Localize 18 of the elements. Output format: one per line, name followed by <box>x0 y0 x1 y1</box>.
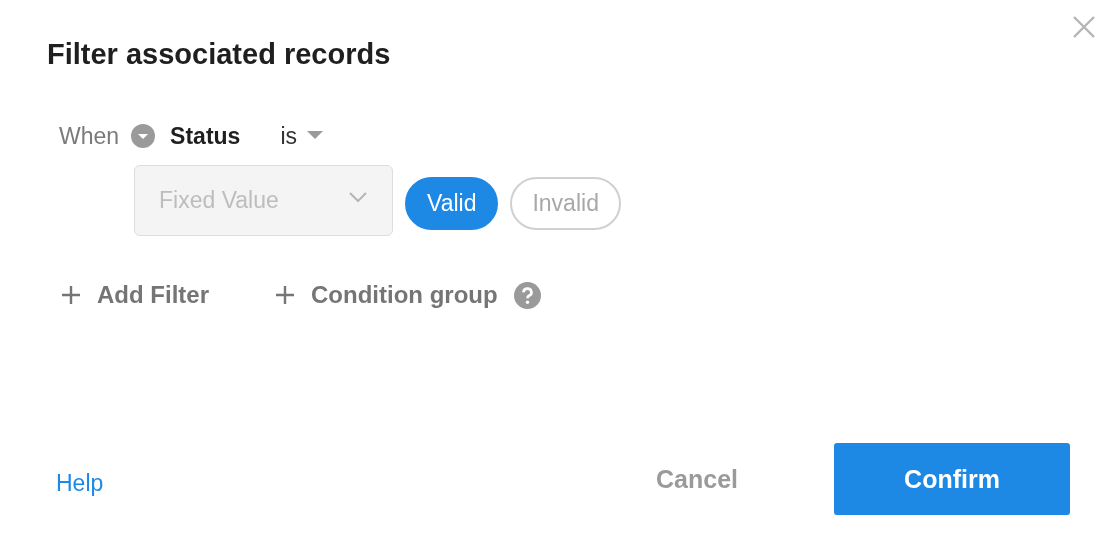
confirm-button[interactable]: Confirm <box>834 443 1070 515</box>
operator-dropdown[interactable]: is <box>280 122 323 150</box>
help-link[interactable]: Help <box>56 469 104 497</box>
caret-icon <box>307 131 323 141</box>
plus-icon <box>61 285 81 305</box>
help-icon[interactable] <box>513 281 541 309</box>
add-action-button[interactable]: Condition group <box>275 281 498 309</box>
field-name: Status <box>170 122 241 150</box>
option-chip[interactable]: Invalid <box>510 177 621 230</box>
close-icon[interactable] <box>1072 15 1096 39</box>
chevron-icon <box>348 190 368 203</box>
dialog-title: Filter associated records <box>47 38 392 71</box>
dropdown-icon[interactable] <box>131 124 156 148</box>
when-label: When <box>59 122 120 150</box>
plus-icon <box>275 285 295 305</box>
add-action-button[interactable]: Add Filter <box>61 281 209 309</box>
cancel-button[interactable]: Cancel <box>656 464 738 494</box>
option-chip[interactable]: Valid <box>405 177 499 230</box>
